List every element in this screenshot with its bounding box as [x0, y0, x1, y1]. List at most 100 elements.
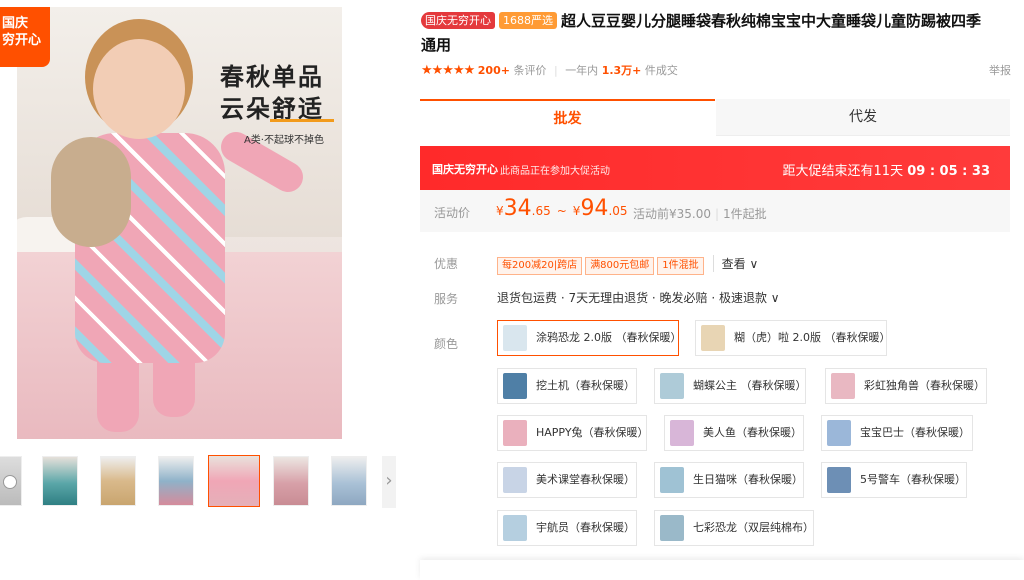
review-count[interactable]: 200+: [478, 64, 510, 77]
price-high-integer: 94: [580, 196, 609, 221]
color-option-label: 七彩恐龙（双层纯棉布）: [693, 521, 814, 534]
color-option[interactable]: 美术课堂春秋保暖）: [497, 462, 637, 498]
color-swatch: [503, 515, 527, 541]
thumbnail[interactable]: [158, 456, 194, 506]
color-option[interactable]: 美人鱼（春秋保暖）: [664, 415, 804, 451]
color-option-label: 彩虹独角兽（春秋保暖）: [864, 379, 985, 392]
thumbnail[interactable]: [331, 456, 367, 506]
play-icon: [3, 475, 17, 489]
minimum-order: 1件起批: [723, 207, 767, 221]
thumbnail-image: [209, 456, 259, 506]
promo-tag: 国庆无穷开心: [421, 12, 495, 29]
color-swatch: [701, 325, 725, 351]
tab-wholesale[interactable]: 批发: [420, 99, 715, 137]
divider: |: [715, 207, 720, 221]
service-label: 服务: [434, 292, 459, 306]
price-extra: 活动前¥35.00 | 1件起批: [633, 205, 767, 222]
price-range: ¥34.65 ~ ¥94.05: [496, 196, 628, 221]
divider: |: [553, 64, 558, 77]
color-option[interactable]: 蝴蝶公主 （春秋保暖）: [654, 368, 807, 404]
price-low-decimal: .65: [531, 204, 551, 218]
color-option[interactable]: 宝宝巴士（春秋保暖）: [821, 415, 973, 451]
thumbnail[interactable]: [100, 456, 136, 506]
service-list[interactable]: 退货包运费 · 7天无理由退货 · 晚发必赔 · 极速退款 ∨: [497, 289, 780, 306]
color-option[interactable]: 宇航员（春秋保暖）: [497, 510, 637, 546]
price-dash: ~: [556, 204, 567, 218]
sales-label: 一年内: [565, 64, 599, 77]
view-coupons-button[interactable]: 查看 ∨: [712, 255, 758, 272]
color-label: 颜色: [434, 337, 459, 351]
sales-unit: 件成交: [644, 64, 678, 77]
hero-title-line1: 春秋单品: [220, 63, 324, 91]
product-title: 国庆无穷开心 1688严选 超人豆豆婴儿分腿睡袋春秋纯棉宝宝中大童睡袋儿童防踢被四季…: [421, 9, 981, 57]
image-teddy-bear: [51, 137, 131, 247]
price-label: 活动价: [434, 206, 471, 220]
color-swatch: [831, 373, 855, 399]
color-option-selected[interactable]: 涂鸦恐龙 2.0版 （春秋保暖）: [497, 320, 682, 356]
color-swatch: [503, 373, 527, 399]
promotion-banner: 国庆无穷开心 此商品正在参加大促活动 距大促结束还有11天 09 : 05 : …: [420, 146, 1010, 190]
color-swatch: [503, 420, 527, 446]
currency-symbol: ¥: [496, 204, 504, 218]
rating-row: ★★★★★ 200+ 条评价 | 一年内 1.3万+ 件成交 举报: [421, 62, 1011, 78]
coupon-tag[interactable]: 满800元包邮: [585, 257, 655, 275]
color-swatch: [660, 373, 684, 399]
badge-line1: 国庆: [2, 16, 29, 31]
countdown-days: 11天: [873, 164, 904, 179]
color-swatch: [503, 325, 527, 351]
color-option-label: 5号警车（春秋保暖）: [860, 473, 966, 486]
price-high-decimal: .05: [608, 204, 628, 218]
star-rating-icon: ★★★★★: [421, 63, 475, 78]
image-child-head: [93, 39, 185, 139]
color-option-label: 生日猫咪（春秋保暖）: [693, 473, 803, 486]
color-option-label: 美术课堂春秋保暖）: [536, 473, 635, 486]
national-day-badge: 国庆 穷开心: [0, 7, 50, 67]
coupon-tag[interactable]: 每200减20|跨店: [497, 257, 583, 275]
thumbnail-selected[interactable]: [208, 455, 260, 507]
coupon-tag[interactable]: 1件混批: [657, 257, 704, 275]
color-option-label: 糊（虎）啦 2.0版 （春秋保暖）: [734, 331, 891, 344]
chevron-right-icon[interactable]: ›: [382, 456, 396, 508]
sales-count: 1.3万+: [601, 64, 642, 77]
thumbnail-image: [43, 457, 77, 505]
thumbnail[interactable]: [273, 456, 309, 506]
promotion-countdown: 距大促结束还有11天 09 : 05 : 33: [783, 160, 990, 179]
thumbnail-video[interactable]: [0, 456, 22, 506]
yanxuan-tag: 1688严选: [499, 12, 557, 29]
color-swatch: [827, 420, 851, 446]
color-option[interactable]: 生日猫咪（春秋保暖）: [654, 462, 804, 498]
price-low-integer: 34: [503, 196, 532, 221]
floating-panel-edge: [420, 560, 1024, 580]
tab-dropship[interactable]: 代发: [716, 99, 1010, 136]
thumbnail[interactable]: [42, 456, 78, 506]
color-option-label: 宝宝巴士（春秋保暖）: [860, 426, 970, 439]
color-option-label: 涂鸦恐龙 2.0版 （春秋保暖）: [536, 331, 682, 344]
color-option[interactable]: 彩虹独角兽（春秋保暖）: [825, 368, 987, 404]
color-swatch: [670, 420, 694, 446]
badge-line2: 穷开心: [2, 33, 42, 48]
thumbnail-image: [274, 457, 308, 505]
color-option[interactable]: 挖土机（春秋保暖）: [497, 368, 637, 404]
color-swatch: [660, 467, 684, 493]
color-swatch: [503, 467, 527, 493]
color-option[interactable]: 七彩恐龙（双层纯棉布）: [654, 510, 814, 546]
color-option-label: 蝴蝶公主 （春秋保暖）: [693, 379, 807, 392]
report-link[interactable]: 举报: [989, 62, 1011, 78]
price-row: 活动价 ¥34.65 ~ ¥94.05 活动前¥35.00 | 1件起批: [420, 190, 1010, 232]
color-option[interactable]: HAPPY兔（春秋保暖）: [497, 415, 649, 451]
color-option-label: HAPPY兔（春秋保暖）: [536, 426, 649, 439]
countdown-time: 09 : 05 : 33: [907, 164, 990, 179]
thumbnail-image: [101, 457, 135, 505]
color-option[interactable]: 5号警车（春秋保暖）: [821, 462, 967, 498]
color-option[interactable]: 糊（虎）啦 2.0版 （春秋保暖）: [695, 320, 891, 356]
purchase-mode-tabs: 批发 代发: [420, 99, 1010, 137]
color-swatch: [660, 515, 684, 541]
discount-label: 优惠: [434, 257, 459, 271]
promotion-description: 此商品正在参加大促活动: [500, 166, 610, 177]
review-label: 条评价: [513, 64, 547, 77]
color-option-label: 挖土机（春秋保暖）: [536, 379, 635, 392]
price-before-promo: 活动前¥35.00: [633, 207, 711, 221]
main-product-image[interactable]: 春秋单品 云朵舒适 A类·不起球不掉色: [17, 7, 342, 439]
thumbnail-image: [159, 457, 193, 505]
hero-title-underline: [270, 119, 334, 122]
